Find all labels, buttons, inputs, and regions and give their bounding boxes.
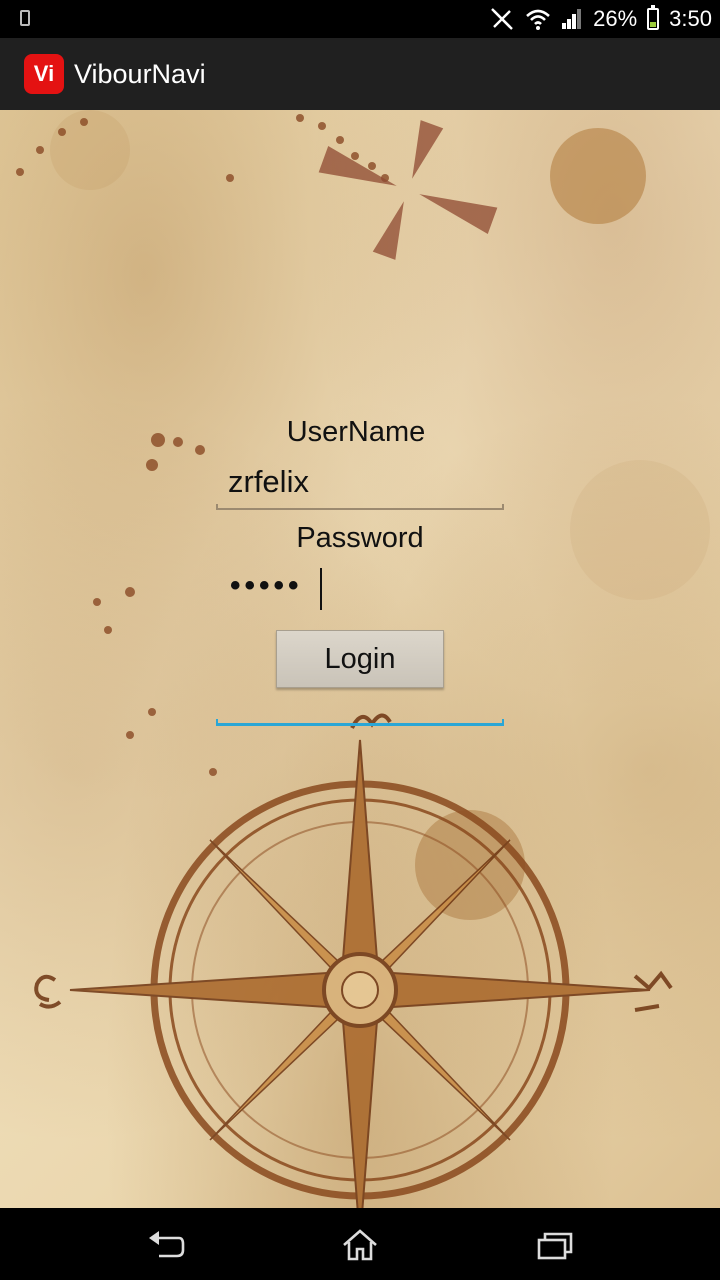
password-underline [216,719,504,726]
status-bar: 26% 3:50 [0,0,720,38]
battery-icon [647,5,660,30]
signal-icon [562,9,582,29]
recent-apps-icon[interactable] [535,1228,575,1262]
app-title: VibourNavi [74,58,206,89]
nfc-off-icon [491,8,513,30]
app-icon[interactable]: Vi [24,54,64,94]
password-input[interactable]: ••••• [216,565,504,615]
username-input[interactable]: zrfelix [216,460,504,510]
home-icon[interactable] [340,1228,380,1262]
username-underline [216,504,504,510]
back-icon[interactable] [145,1228,185,1262]
battery-percent: 26% [593,6,638,31]
password-label: Password [296,522,424,554]
battery-fill [650,22,657,27]
login-screen: UserName zrfelix Password ••••• Login [0,110,720,1208]
navigation-bar [0,1208,720,1280]
username-label: UserName [286,416,426,448]
text-cursor [320,568,322,610]
phone-notification-icon [20,10,30,26]
action-bar: Vi VibourNavi [0,38,720,111]
status-icons: 26% 3:50 [489,0,712,38]
clock: 3:50 [669,6,712,31]
login-button[interactable]: Login [276,630,444,688]
wifi-icon [526,9,550,30]
